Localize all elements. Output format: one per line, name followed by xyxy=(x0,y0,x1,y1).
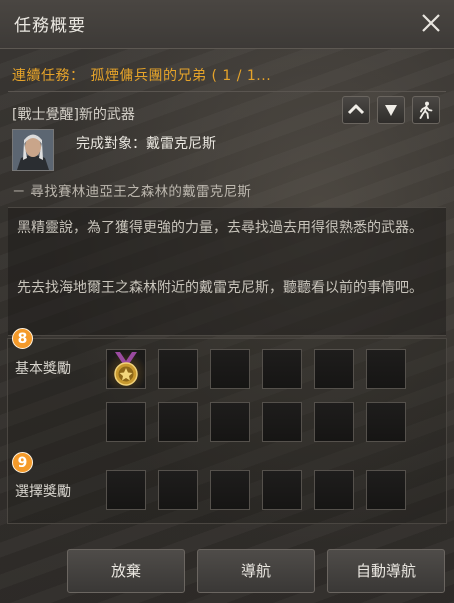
collapse-button[interactable] xyxy=(342,96,370,124)
basic-reward-label: 基本獎勵 xyxy=(15,361,71,377)
choice-reward-slot[interactable] xyxy=(106,470,146,510)
expand-button[interactable] xyxy=(377,96,405,124)
quest-chain-name: 孤煙傭兵團的兄弟 ( 1 / 1... xyxy=(90,68,272,84)
close-icon xyxy=(422,14,440,32)
completion-target: 完成對象：戴雷克尼斯 xyxy=(76,136,216,152)
quest-summary-window: 任務概要 連續任務： 孤煙傭兵團的兄弟 ( 1 / 1... [戰士覺醒]新的武器 xyxy=(0,0,454,603)
choice-reward-slot[interactable] xyxy=(158,470,198,510)
reward-slot[interactable] xyxy=(366,349,406,389)
walking-person-icon xyxy=(419,101,433,119)
divider xyxy=(8,91,446,92)
choice-reward-label: 選擇獎勵 xyxy=(15,484,71,500)
medal-icon xyxy=(114,352,138,386)
npc-portrait xyxy=(12,129,54,171)
auto-run-button[interactable] xyxy=(412,96,440,124)
subquest-title: [戰士覺醒]新的武器 xyxy=(12,107,135,123)
reward-slot[interactable] xyxy=(158,349,198,389)
choice-reward-slot[interactable] xyxy=(210,470,250,510)
quest-description: 黑精靈說，為了獲得更強的力量，去尋找過去用得很熟悉的武器。 先去找海地爾王之森林… xyxy=(8,207,446,336)
reward-slot[interactable] xyxy=(106,402,146,442)
basic-reward-marker: 8 xyxy=(12,328,33,349)
reward-slot[interactable] xyxy=(314,402,354,442)
auto-navigate-button[interactable]: 自動導航 xyxy=(327,549,445,593)
title-bar[interactable]: 任務概要 xyxy=(0,0,454,49)
choice-reward-slot[interactable] xyxy=(262,470,302,510)
reward-slot[interactable] xyxy=(210,402,250,442)
navigate-button[interactable]: 導航 xyxy=(197,549,315,593)
window-title: 任務概要 xyxy=(14,16,86,36)
description-paragraph-2: 先去找海地爾王之森林附近的戴雷克尼斯，聽聽看以前的事情吧。 xyxy=(17,280,423,296)
reward-slot[interactable] xyxy=(210,349,250,389)
quest-location: － 尋找賽林迪亞王之森林的戴雷克尼斯 xyxy=(12,184,252,200)
description-paragraph-1: 黑精靈說，為了獲得更強的力量，去尋找過去用得很熟悉的武器。 xyxy=(17,220,423,236)
chevron-up-icon xyxy=(347,104,365,115)
reward-slot[interactable] xyxy=(158,402,198,442)
quest-type-label: 連續任務： xyxy=(12,68,85,84)
abandon-button[interactable]: 放棄 xyxy=(67,549,185,593)
quest-chain-header: 連續任務： 孤煙傭兵團的兄弟 ( 1 / 1... xyxy=(12,65,271,85)
reward-slot[interactable] xyxy=(314,349,354,389)
choice-reward-marker: 9 xyxy=(12,452,33,473)
close-button[interactable] xyxy=(418,10,444,36)
choice-reward-slot[interactable] xyxy=(314,470,354,510)
reward-slot[interactable] xyxy=(262,349,302,389)
choice-reward-slot[interactable] xyxy=(366,470,406,510)
chevron-down-icon xyxy=(385,105,397,116)
reward-slot[interactable] xyxy=(262,402,302,442)
reward-item-slot[interactable] xyxy=(106,349,146,389)
reward-slot[interactable] xyxy=(366,402,406,442)
